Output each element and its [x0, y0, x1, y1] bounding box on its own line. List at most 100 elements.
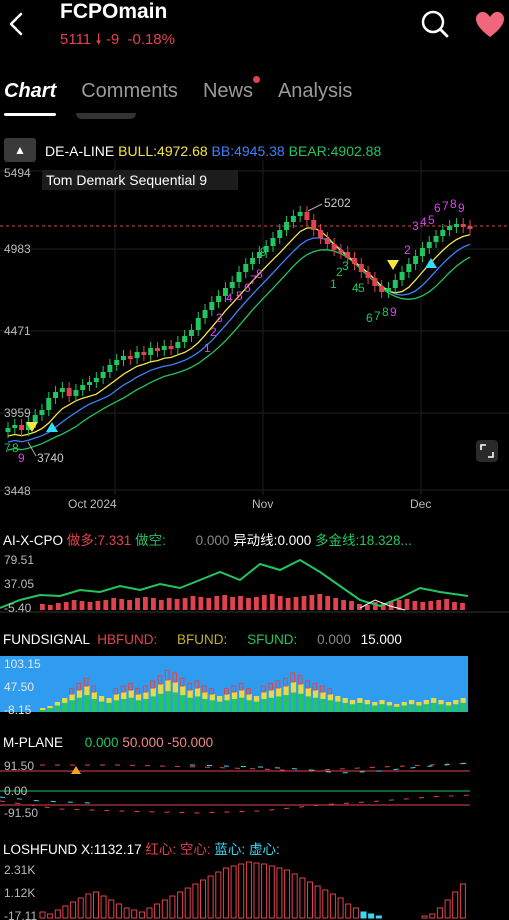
- fund-bar-yellow: [76, 690, 83, 698]
- cpo-bar: [365, 605, 370, 610]
- heart-icon[interactable]: [473, 9, 507, 39]
- y-axis-label: 1.12K: [4, 886, 35, 900]
- m-plane-red-lower: [0, 794, 471, 814]
- candle-body: [385, 288, 391, 292]
- main-indicator-legend: DE-A-LINE BULL:4972.68 BB:4945.38 BEAR:4…: [45, 143, 381, 159]
- study-label: Tom Demark Sequential 9: [46, 172, 207, 188]
- y-axis-label: 3959: [4, 406, 31, 420]
- losh-bar: [100, 895, 107, 919]
- cpo-bar: [158, 600, 164, 610]
- td-count: 5: [428, 213, 435, 227]
- losh-bar: [375, 915, 382, 919]
- cpo-bar: [55, 603, 61, 610]
- cpo-bar: [135, 598, 140, 610]
- tab-analysis[interactable]: Analysis: [278, 80, 352, 110]
- td-count: 2: [404, 243, 411, 257]
- ai-x-cpo-chart[interactable]: 79.51 37.05 -5.40: [0, 550, 509, 614]
- cpo-bar: [40, 604, 45, 610]
- candle-body: [324, 238, 330, 244]
- cpo-bar: [452, 602, 457, 610]
- search-icon[interactable]: [420, 9, 450, 39]
- candle-body: [243, 264, 249, 272]
- cpo-bar: [317, 594, 323, 610]
- fund-bar-yellow: [342, 698, 348, 703]
- cpo-bar: [277, 596, 283, 610]
- td-count: 3: [412, 219, 419, 233]
- short-value: 0.000: [195, 533, 230, 548]
- candle-body: [93, 378, 99, 382]
- losh-bar: [268, 865, 275, 919]
- candle-body: [372, 278, 378, 286]
- main-candlestick-chart[interactable]: Tom Demark Sequential 9 1234 567 8912 34 56 7…: [0, 160, 509, 500]
- losh-bar: [39, 911, 46, 919]
- hollow-heart-label: 空心:: [179, 842, 211, 857]
- fund-bar-yellow: [438, 700, 444, 705]
- candle-body: [399, 272, 405, 280]
- candle-body: [426, 242, 432, 248]
- td-count: 6: [366, 311, 373, 325]
- y-axis-label: -5.40: [4, 601, 32, 614]
- y-axis-label: 103.15: [4, 657, 41, 671]
- back-icon[interactable]: [5, 10, 27, 40]
- fund-bar-yellow: [150, 688, 156, 697]
- fund-bar-yellow: [54, 702, 60, 706]
- y-axis-label: 0.00: [4, 784, 28, 798]
- fund-bar-yellow: [91, 692, 97, 699]
- high-label: 5202: [324, 196, 351, 210]
- fund-bar-yellow: [261, 692, 267, 699]
- indicator-name: DE-A-LINE: [45, 143, 115, 159]
- candle-body: [87, 382, 93, 385]
- losh-bar: [138, 911, 145, 919]
- td-count: 7: [442, 199, 449, 213]
- candle-body: [277, 230, 283, 238]
- m-plane-name: M-PLANE: [3, 735, 64, 750]
- cpo-bar: [95, 601, 101, 610]
- ai-x-cpo-legend: AI-X-CPO 做多:7.331 做空: 0.000 异动线:0.000 多金…: [3, 529, 412, 549]
- hbfund-label: HBFUND:: [97, 632, 158, 647]
- candle-body: [352, 258, 357, 264]
- candle-body: [413, 256, 419, 264]
- td-count: 9: [390, 305, 397, 319]
- candle-body: [59, 388, 65, 392]
- candle-body: [338, 250, 344, 253]
- fund-bar-yellow: [423, 700, 429, 705]
- losh-bar: [215, 871, 222, 919]
- losh-bar: [345, 903, 352, 919]
- tab-chart[interactable]: Chart: [4, 80, 57, 116]
- m-plane-v3: -50.000: [167, 735, 214, 750]
- x-axis-label: Oct 2024: [68, 497, 117, 511]
- td-count: 9: [458, 201, 465, 215]
- cpo-bar: [293, 597, 299, 610]
- fullscreen-button[interactable]: [476, 440, 498, 462]
- td-count: 3: [342, 259, 349, 273]
- fund-bar-yellow: [254, 696, 260, 702]
- candle-body: [311, 220, 317, 230]
- tab-comments[interactable]: Comments: [81, 80, 178, 110]
- candle-body: [182, 336, 188, 342]
- fundsignal-chart[interactable]: 103.15 47.50 -8.15: [0, 656, 509, 714]
- m-plane-chart[interactable]: 91.50 0.00 -91.50: [0, 757, 509, 819]
- fund-bar-yellow: [445, 702, 452, 706]
- cpo-bar: [151, 598, 156, 610]
- cpo-bar: [301, 596, 307, 610]
- drag-handle[interactable]: [76, 113, 136, 119]
- cpo-bar: [103, 600, 109, 610]
- y-axis-label: -91.50: [4, 806, 38, 819]
- cpo-bar: [428, 601, 434, 610]
- collapse-toggle[interactable]: ▲: [4, 138, 36, 162]
- cpo-bar: [87, 602, 93, 610]
- candle-body: [297, 212, 303, 216]
- tab-news[interactable]: News: [203, 76, 260, 110]
- td-count: 1: [330, 277, 337, 291]
- td-count: 4: [226, 291, 233, 305]
- fund-bar-yellow: [143, 692, 149, 699]
- candle-body: [195, 318, 201, 330]
- ai-x-cpo-name: AI-X-CPO: [3, 533, 64, 548]
- fund-bar-yellow: [135, 694, 142, 701]
- loshfund-chart[interactable]: 2.31K 1.12K -17.11: [0, 860, 509, 920]
- candle-body: [188, 330, 194, 336]
- candle-body: [127, 356, 133, 359]
- fund-bar-yellow: [298, 684, 304, 694]
- candle-body: [467, 226, 473, 229]
- price-change-pct: -0.18%: [127, 31, 175, 48]
